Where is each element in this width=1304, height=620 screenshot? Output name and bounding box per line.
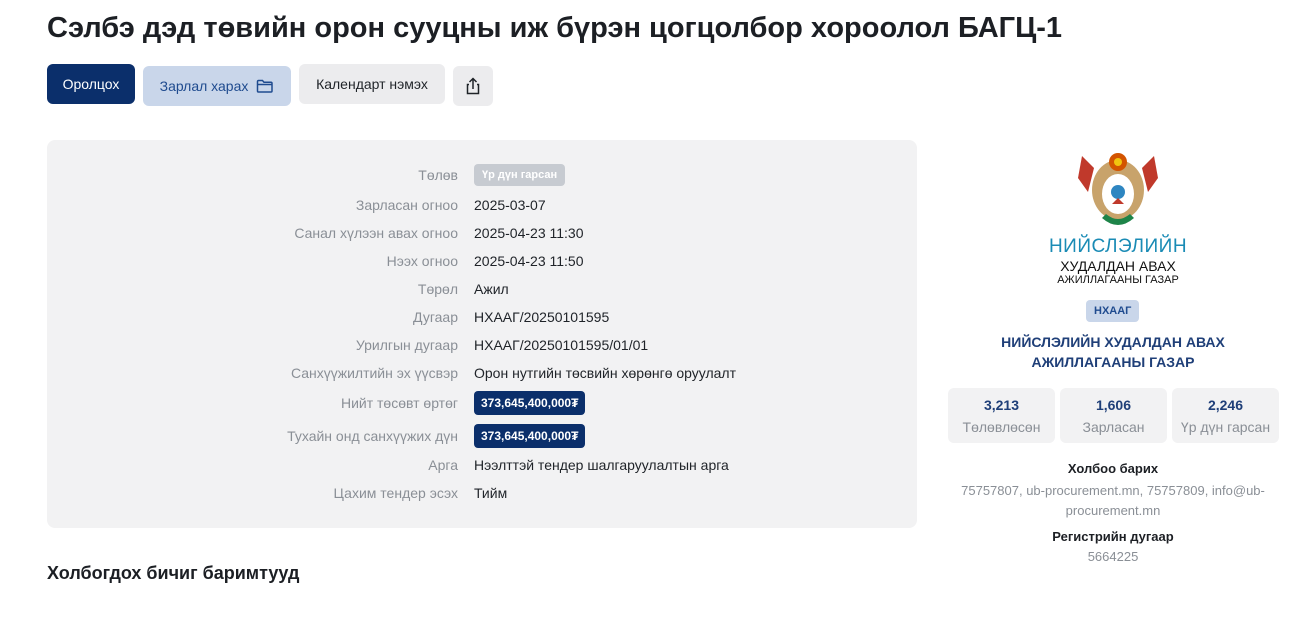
detail-label: Цахим тендер эсэх [333,485,458,501]
documents-heading: Холбогдох бичиг баримтууд [47,563,300,583]
stat-planned[interactable]: 3,213 Төлөвлөсөн [948,388,1055,443]
detail-value: Тийм [474,485,508,501]
detail-row: Зарласан огноо 2025-03-07 [47,191,917,219]
detail-label: Урилгын дугаар [355,337,458,353]
amount-badge: 373,645,400,000₮ [474,424,586,448]
registration-number: 5664225 [1087,549,1139,564]
page-title: Сэлбэ дэд төвийн орон сууцны иж бүрэн цо… [47,12,1063,44]
add-to-calendar-button[interactable]: Календарт нэмэх [299,64,445,104]
emblem-icon [1078,153,1158,225]
detail-row: Арга Нээлттэй тендер шалгаруулалтын арга [47,451,917,479]
organization-name[interactable]: НИЙСЛЭЛИЙН ХУДАЛДАН АВАХ АЖИЛЛАГААНЫ ГАЗ… [948,332,1278,372]
detail-value: Ажил [474,281,509,297]
detail-label: Дугаар [413,309,458,325]
detail-label: Төлөв [418,167,458,183]
detail-label: Санал хүлээн авах огноо [294,225,458,241]
detail-value: Орон нутгийн төсвийн хөрөнгө оруулалт [474,365,737,381]
stat-caption: Зарласан [1082,419,1145,435]
watch-button[interactable]: Зарлал харах [143,66,291,106]
detail-value: 2025-03-07 [474,197,546,213]
organization-abbr-badge: НХААГ [1086,300,1140,322]
detail-row: Нийт төсөвт өртөг 373,645,400,000₮ [47,389,917,417]
detail-value: 2025-04-23 11:50 [474,253,584,269]
detail-row: Урилгын дугаар НХААГ/20250101595/01/01 [47,331,917,359]
registration-label: Регистрийн дугаар [1052,529,1174,544]
contact-line1: 75757807, ub-procurement.mn, 75757809, i… [961,483,1265,498]
detail-label: Арга [428,457,458,473]
tender-details-panel: Төлөв Үр дүн гарсан Зарласан огноо 2025-03-… [47,140,917,528]
detail-row: Санал хүлээн авах огноо 2025-04-23 11:30 [47,219,917,247]
status-badge: Үр дүн гарсан [474,164,566,186]
detail-value-cell: 373,645,400,000₮ [474,391,586,415]
stat-value: 1,606 [1095,397,1132,413]
stat-value: 2,246 [1207,397,1244,413]
contact-line2: procurement.mn [1065,503,1161,518]
detail-value-cell: 2025-04-23 11:50 [474,253,584,269]
detail-value-cell: Үр дүн гарсан [474,164,566,186]
stat-announced[interactable]: 1,606 Зарласан [1060,388,1167,443]
share-button[interactable] [453,66,493,106]
logo-text-line2: ХУДАЛДАН АВАХ [1060,258,1176,274]
detail-value: НХААГ/20250101595 [474,309,610,325]
detail-label: Төрөл [417,281,458,297]
detail-value-cell: Тийм [474,485,507,501]
folder-icon [256,78,274,94]
detail-label: Зарласан огноо [355,197,458,213]
detail-value: НХААГ/20250101595/01/01 [474,337,649,353]
detail-row: Төрөл Ажил [47,275,917,303]
amount-badge: 373,645,400,000₮ [474,391,586,415]
detail-label: Санхүүжилтийн эх үүсвэр [290,365,458,381]
detail-value-cell: 2025-04-23 11:30 [474,225,584,241]
stat-value: 3,213 [983,397,1020,413]
detail-row: Тухайн онд санхүүжих дүн 373,645,400,000₮ [47,422,917,450]
detail-row: Санхүүжилтийн эх үүсвэр Орон нутгийн төсв… [47,359,917,387]
detail-label: Нээх огноо [386,253,458,269]
detail-row: Төлөв Үр дүн гарсан [47,161,917,189]
detail-value-cell: НХААГ/20250101595 [474,309,609,325]
detail-value: Нээлттэй тендер шалгаруулалтын арга [474,457,729,473]
stat-caption: Төлөвлөсөн [962,419,1041,435]
organization-name-line2: АЖИЛЛАГААНЫ ГАЗАР [1031,354,1195,370]
detail-label: Нийт төсөвт өртөг [340,395,458,411]
detail-row: Цахим тендер эсэх Тийм [47,479,917,507]
contact-info: 75757807, ub-procurement.mn, 75757809, i… [948,481,1278,521]
contact-label: Холбоо барих [1067,461,1159,476]
organization-logo: НИЙСЛЭЛИЙН ХУДАЛДАН АВАХ АЖИЛЛАГААНЫ ГАЗ… [1048,148,1188,288]
watch-button-label: Зарлал харах [159,78,249,94]
detail-value-cell: Нээлттэй тендер шалгаруулалтын арга [474,457,729,473]
detail-row: Дугаар НХААГ/20250101595 [47,303,917,331]
detail-value-cell: 373,645,400,000₮ [474,424,586,448]
detail-value-cell: 2025-03-07 [474,197,546,213]
detail-value-cell: Орон нутгийн төсвийн хөрөнгө оруулалт [474,365,736,381]
organization-name-line1: НИЙСЛЭЛИЙН ХУДАЛДАН АВАХ [1001,334,1225,350]
participate-button[interactable]: Оролцох [47,64,135,104]
logo-text-line1: НИЙСЛЭЛИЙН [1048,236,1188,257]
logo-text-line3: АЖИЛЛАГААНЫ ГАЗАР [1057,274,1179,286]
detail-label: Тухайн онд санхүүжих дүн [287,428,458,444]
share-icon [465,77,481,95]
organization-stats: 3,213 Төлөвлөсөн 1,606 Зарласан 2,246 Үр… [948,388,1279,443]
stat-caption: Үр дүн гарсан [1180,419,1271,435]
detail-value-cell: Ажил [474,281,509,297]
detail-value: 2025-04-23 11:30 [474,225,584,241]
stat-awarded[interactable]: 2,246 Үр дүн гарсан [1172,388,1279,443]
detail-row: Нээх огноо 2025-04-23 11:50 [47,247,917,275]
detail-value-cell: НХААГ/20250101595/01/01 [474,337,648,353]
action-bar: Оролцох Зарлал харах Календарт нэмэх [47,64,493,106]
